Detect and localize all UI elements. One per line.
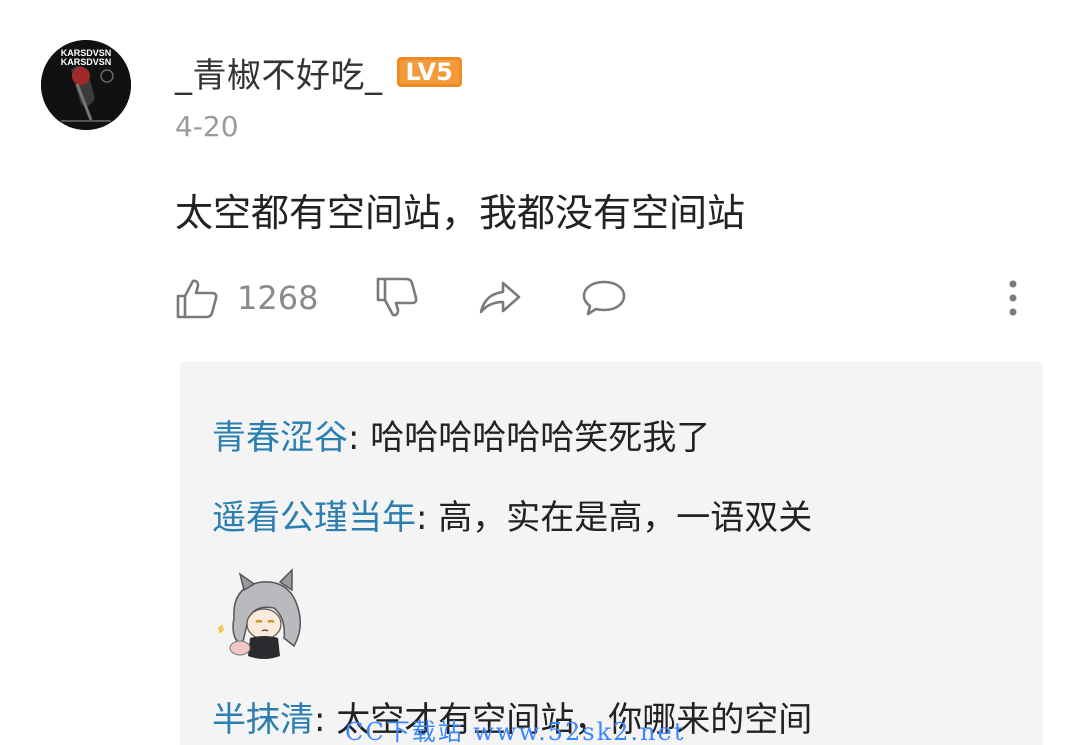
- reply-author[interactable]: 半抹清: [212, 700, 314, 740]
- reply-separator: :: [348, 418, 360, 458]
- comment-date: 4-20: [175, 110, 239, 143]
- reply-separator: :: [416, 498, 428, 538]
- thumbs-up-icon: [175, 276, 219, 320]
- thumbs-down-icon: [375, 276, 419, 320]
- comment-button[interactable]: [580, 268, 628, 328]
- share-button[interactable]: [477, 268, 523, 328]
- reply-author[interactable]: 遥看公瑾当年: [212, 498, 416, 538]
- reply-text: 哈哈哈哈哈哈笑死我了: [359, 418, 711, 458]
- username[interactable]: _青椒不好吃_: [175, 48, 383, 97]
- reply-item[interactable]: 青春涩谷: 哈哈哈哈哈哈笑死我了: [212, 410, 710, 459]
- reply-item[interactable]: 遥看公瑾当年: 高，实在是高，一语双关: [212, 490, 812, 539]
- avatar[interactable]: KARSDVSN KARSDVSN: [41, 40, 131, 130]
- more-button[interactable]: [1003, 268, 1023, 328]
- replies-panel: 青春涩谷: 哈哈哈哈哈哈笑死我了 遥看公瑾当年: 高，实在是高，一语双关 半抹清…: [180, 362, 1043, 745]
- avatar-text-2: KARSDVSN: [61, 57, 112, 67]
- reply-text: 高，实在是高，一语双关: [427, 498, 813, 538]
- comment-text: 太空都有空间站，我都没有空间站: [175, 191, 746, 235]
- reply-author[interactable]: 青春涩谷: [212, 418, 348, 458]
- action-bar: 1268: [175, 268, 1035, 328]
- share-arrow-icon: [477, 276, 523, 320]
- level-badge: LV5: [396, 57, 462, 87]
- more-vertical-icon: [1003, 276, 1023, 320]
- dislike-button[interactable]: [375, 268, 419, 328]
- like-button[interactable]: 1268: [175, 268, 318, 328]
- comment-bubble-icon: [580, 276, 628, 320]
- user-header: _青椒不好吃_ LV5: [175, 48, 462, 97]
- reply-separator: :: [314, 700, 326, 740]
- avatar-image: KARSDVSN KARSDVSN: [41, 40, 131, 130]
- like-count: 1268: [237, 279, 319, 317]
- comment-page: KARSDVSN KARSDVSN _青椒不好吃_ LV5 4-20 太空都有空…: [0, 0, 1080, 745]
- watermark: CC下载站 www.52sk2.net: [345, 718, 686, 745]
- anime-cat-girl-sticker-icon: [214, 568, 324, 668]
